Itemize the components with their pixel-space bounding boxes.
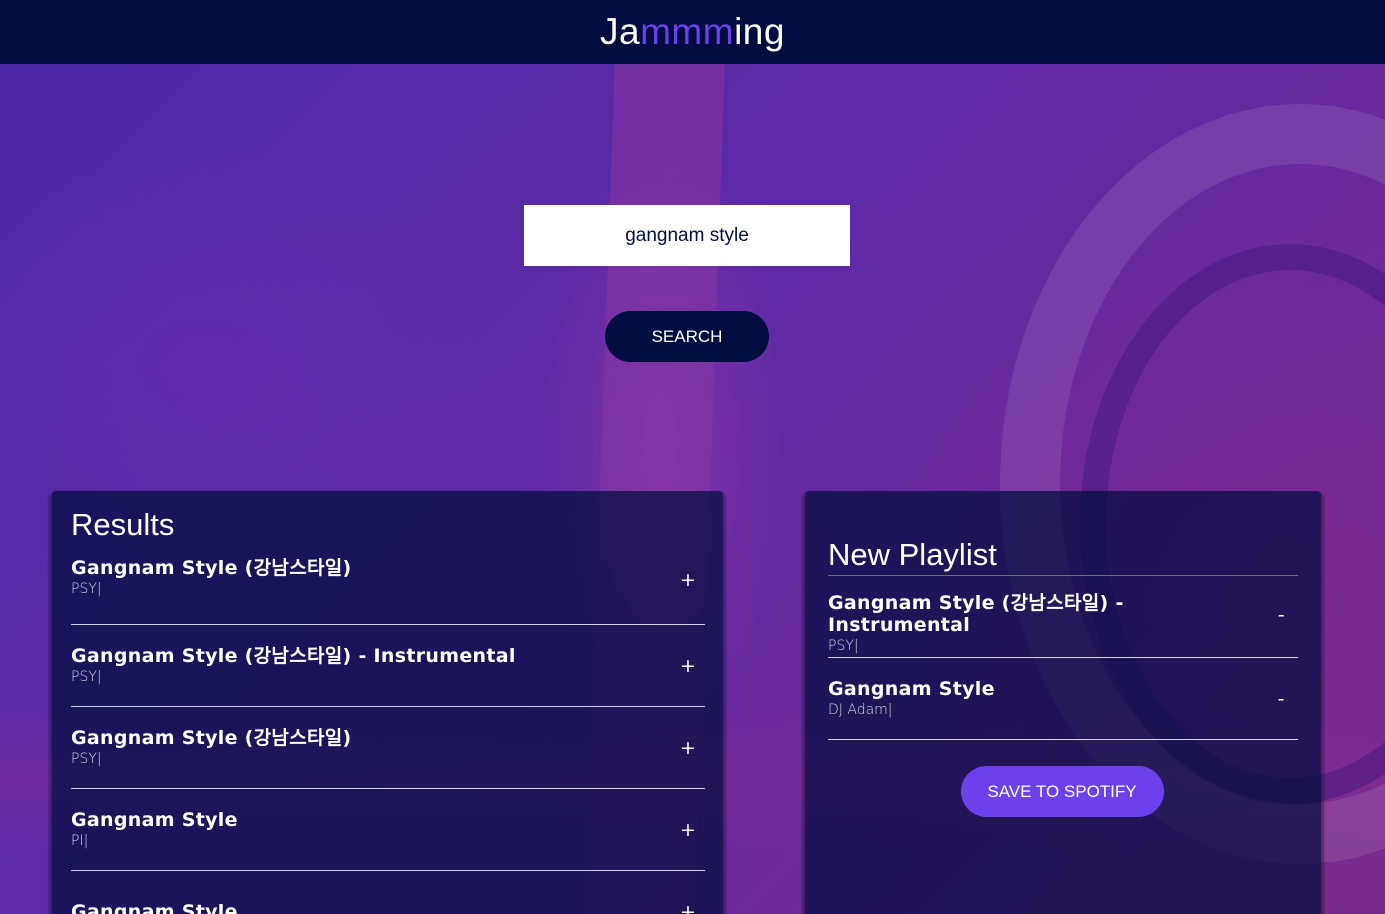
track-info: Gangnam Style (강남스타일) - Instrumental PSY… (828, 592, 1265, 656)
track-name: Gangnam Style (71, 808, 238, 831)
track-artist: PSY| (71, 581, 102, 597)
track-name: Gangnam Style (강남스타일) (71, 726, 352, 749)
remove-track-button[interactable]: - (1264, 688, 1298, 710)
track-artist: PSY| (828, 638, 859, 654)
track-info: Gangnam Style (강남스타일) PSY| (71, 557, 352, 599)
app-title-part1: Ja (600, 11, 641, 52)
playlist-track-list: Gangnam Style (강남스타일) - Instrumental PSY… (828, 592, 1298, 740)
add-track-button[interactable]: + (671, 655, 705, 677)
playlist-title-wrap: New Playlist (828, 537, 1298, 576)
track-row: Gangnam Style PI| + (71, 789, 705, 871)
search-input[interactable] (524, 205, 850, 266)
add-track-button[interactable]: + (671, 737, 705, 759)
track-row: Gangnam Style (강남스타일) PSY| + (71, 557, 705, 625)
app-title-highlight: mmm (640, 11, 735, 52)
playlist-name-input[interactable]: New Playlist (828, 537, 1298, 573)
track-info: Gangnam Style (강남스타일) PSY| (71, 727, 352, 769)
track-info: Gangnam Style PI| (71, 809, 238, 851)
app-title: Jammming (600, 11, 785, 53)
track-row: Gangnam Style DJ Adam| - (828, 658, 1298, 740)
search-button[interactable]: SEARCH (605, 311, 769, 362)
remove-track-button[interactable]: - (1265, 604, 1298, 626)
track-name: Gangnam Style (강남스타일) (71, 557, 352, 579)
track-row: Gangnam Style (강남스타일) PSY| + (71, 707, 705, 789)
track-artist: DJ Adam| (828, 701, 893, 718)
results-title: Results (71, 507, 175, 542)
track-artist: PI| (71, 832, 89, 849)
track-info: Gangnam Style DJ Adam| (828, 678, 995, 720)
track-row: Gangnam Style (강남스타일) - Instrumental PSY… (828, 592, 1298, 658)
save-to-spotify-button[interactable]: SAVE TO SPOTIFY (960, 766, 1164, 817)
track-name: Gangnam Style (71, 900, 238, 914)
track-row: Gangnam Style (강남스타일) - Instrumental PSY… (71, 625, 705, 707)
results-panel: Results Gangnam Style (강남스타일) PSY| + Gan… (52, 491, 723, 914)
track-artist: PSY| (71, 750, 102, 767)
results-track-list: Gangnam Style (강남스타일) PSY| + Gangnam Sty… (71, 557, 705, 914)
app-header: Jammming (0, 0, 1385, 64)
add-track-button[interactable]: + (671, 819, 705, 841)
track-name: Gangnam Style (828, 677, 995, 700)
track-info: Gangnam Style (강남스타일) - Instrumental PSY… (71, 645, 516, 687)
add-track-button[interactable]: + (671, 569, 705, 591)
track-artist: PSY| (71, 668, 102, 685)
app-title-part2: ing (734, 11, 785, 52)
playlist-panel: New Playlist Gangnam Style (강남스타일) - Ins… (805, 491, 1321, 914)
track-row: Gangnam Style + (71, 871, 705, 914)
track-name: Gangnam Style (강남스타일) - Instrumental (828, 592, 1124, 636)
add-track-button[interactable]: + (671, 901, 705, 914)
track-name: Gangnam Style (강남스타일) - Instrumental (71, 644, 516, 667)
track-info: Gangnam Style (71, 901, 238, 914)
